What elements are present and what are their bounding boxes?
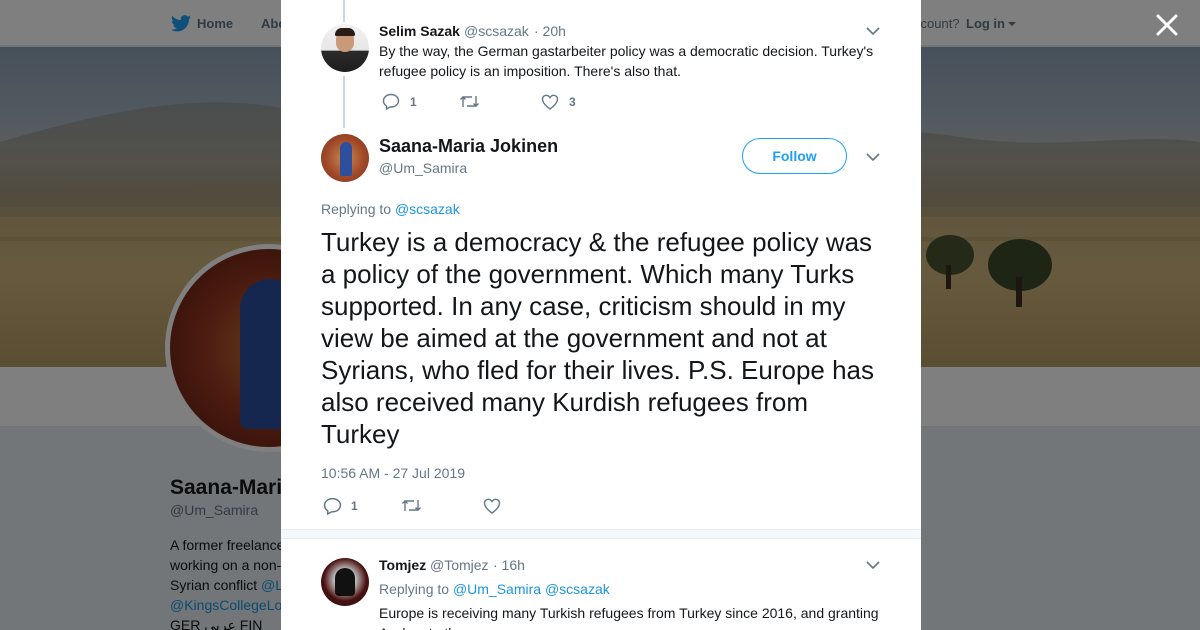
chevron-down-icon[interactable] [866,153,880,162]
thread-connector-line [343,0,345,22]
replying-to: Replying to @scsazak [321,201,460,217]
thread-connector-line [343,76,345,128]
avatar[interactable] [321,134,369,182]
mention-link[interactable]: @Um_Samira [453,581,541,597]
like-icon[interactable] [541,94,559,110]
tweet-author-handle[interactable]: @Um_Samira [379,160,467,176]
tweet-permalink-modal: Selim Sazak @scsazak · 20h By the way, t… [281,0,921,630]
retweet-icon[interactable] [401,498,422,513]
mention-link[interactable]: @scsazak [395,201,460,217]
replying-to: Replying to @Um_Samira @scsazak [379,581,610,597]
reply-count: 1 [410,95,417,109]
like-count: 3 [569,95,576,109]
tweet-author-handle[interactable]: @scsazak [464,23,529,39]
tweet-author-name[interactable]: Tomjez [379,557,426,573]
chevron-down-icon[interactable] [866,27,880,36]
avatar[interactable] [321,558,369,606]
tweet-timestamp[interactable]: 10:56 AM - 27 Jul 2019 [321,465,465,481]
close-icon[interactable] [1154,12,1180,38]
reply-count: 1 [351,499,358,513]
tweet-author-name[interactable]: Selim Sazak [379,23,460,39]
tweet-time[interactable]: · 16h [493,557,525,573]
tweet-text: By the way, the German gastarbeiter poli… [379,43,874,79]
follow-button[interactable]: Follow [742,138,847,174]
tweet-author-name[interactable]: Saana-Maria Jokinen [379,136,558,157]
tweet-text: Turkey is a democracy & the refugee poli… [321,227,875,449]
reply-icon[interactable] [382,93,400,110]
like-icon[interactable] [483,498,501,514]
tweet-author-handle[interactable]: @Tomjez [430,557,489,573]
tweet-text: Europe is receiving many Turkish refugee… [379,605,879,630]
replies-separator [281,529,921,539]
mention-link[interactable]: @scsazak [545,581,610,597]
avatar[interactable] [321,24,369,72]
retweet-icon[interactable] [459,94,480,109]
chevron-down-icon[interactable] [866,561,880,570]
reply-icon[interactable] [323,497,342,515]
replying-to-label: Replying to [321,201,395,217]
tweet-time[interactable]: · 20h [534,23,566,39]
replying-to-label: Replying to [379,581,453,597]
